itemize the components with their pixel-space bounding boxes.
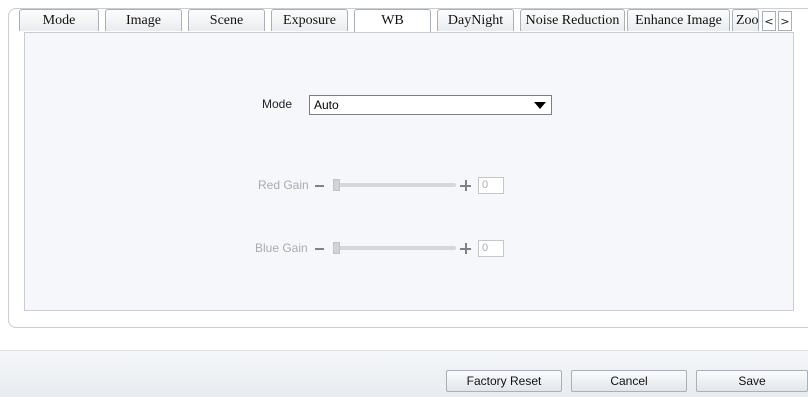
- tab-bar: Mode Image Scene Exposure WB DayNight No…: [19, 9, 759, 32]
- mode-select[interactable]: Auto: [309, 95, 552, 115]
- red-gain-label: Red Gain: [258, 178, 309, 192]
- tab-daynight[interactable]: DayNight: [437, 9, 514, 31]
- red-gain-slider-thumb[interactable]: [333, 179, 340, 191]
- red-gain-slider-track[interactable]: [335, 183, 456, 187]
- blue-gain-minus-icon[interactable]: [315, 248, 324, 250]
- mode-label: Mode: [262, 97, 293, 111]
- tab-exposure[interactable]: Exposure: [271, 9, 348, 31]
- blue-gain-input[interactable]: 0: [478, 240, 504, 257]
- tab-enhance-image[interactable]: Enhance Image: [627, 9, 730, 31]
- save-button[interactable]: Save: [696, 370, 808, 392]
- tab-noise-reduction[interactable]: Noise Reduction: [520, 9, 625, 31]
- tab-mode[interactable]: Mode: [19, 9, 99, 31]
- mode-select-value: Auto: [314, 98, 339, 112]
- tab-wb[interactable]: WB: [354, 9, 431, 32]
- tab-scroll-right-button[interactable]: >: [778, 11, 792, 31]
- blue-gain-slider-track[interactable]: [335, 246, 456, 250]
- red-gain-plus-icon[interactable]: [460, 180, 471, 191]
- tab-scroll-left-button[interactable]: <: [762, 11, 776, 31]
- tab-scene[interactable]: Scene: [188, 9, 265, 31]
- red-gain-input[interactable]: 0: [478, 177, 504, 194]
- dropdown-arrow-icon: [534, 102, 546, 109]
- blue-gain-slider-thumb[interactable]: [333, 242, 340, 254]
- red-gain-minus-icon[interactable]: [315, 185, 324, 187]
- cancel-button[interactable]: Cancel: [571, 370, 687, 392]
- blue-gain-label: Blue Gain: [255, 241, 308, 255]
- wb-settings-area: [24, 32, 794, 311]
- tab-image[interactable]: Image: [105, 9, 182, 31]
- tab-zoom[interactable]: Zoom: [732, 9, 759, 31]
- blue-gain-plus-icon[interactable]: [460, 243, 471, 254]
- factory-reset-button[interactable]: Factory Reset: [446, 370, 562, 392]
